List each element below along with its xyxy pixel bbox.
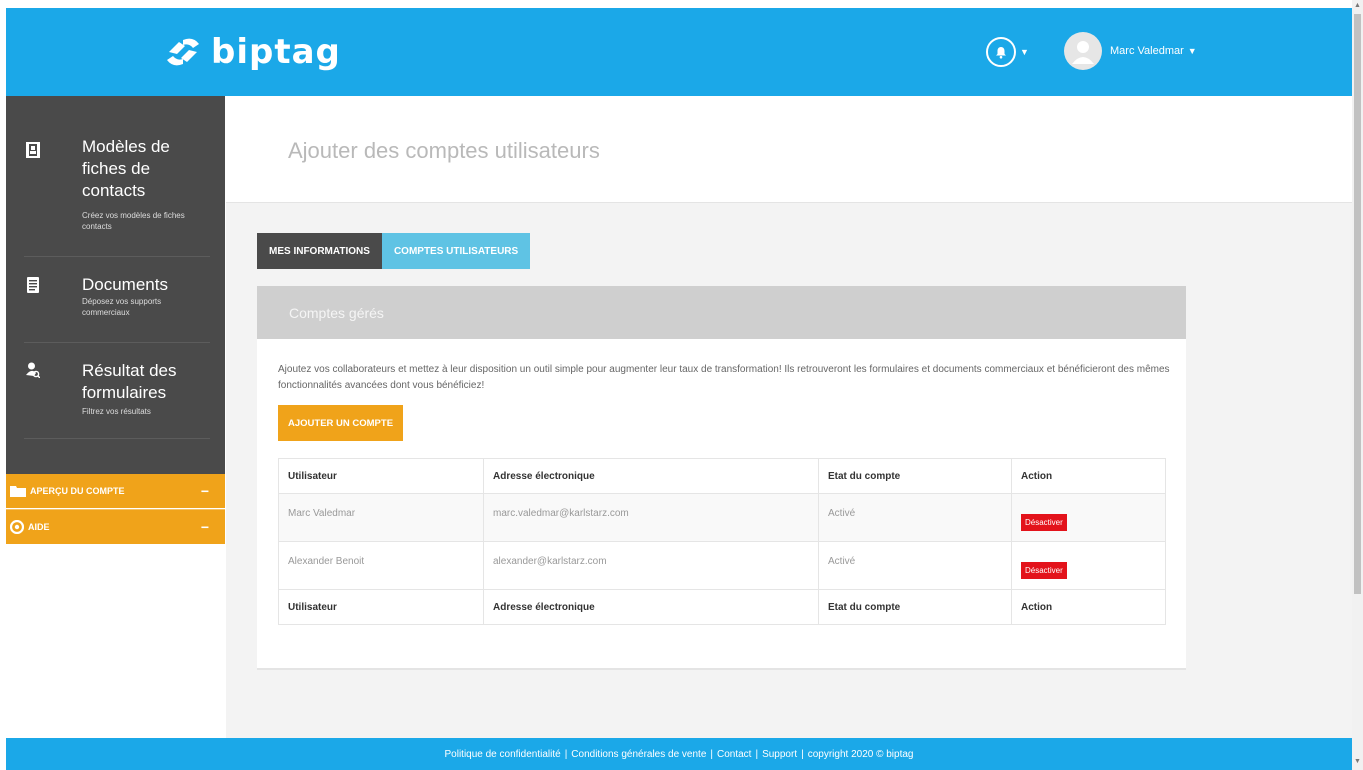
divider: [24, 256, 210, 257]
cell-user: Alexander Benoit: [278, 541, 484, 590]
copyright: copyright 2020 © biptag: [807, 748, 914, 760]
tab-my-information[interactable]: MES INFORMATIONS: [257, 233, 382, 269]
biptag-logo-icon: [167, 38, 199, 66]
sidebar-item-title: Modèles de fiches de contacts: [82, 137, 170, 200]
tab-user-accounts[interactable]: COMPTES UTILISATEURS: [381, 233, 531, 269]
column-footer: Etat du compte: [818, 589, 1012, 625]
user-menu[interactable]: Marc Valedmar ▼: [1064, 32, 1197, 70]
managed-accounts-panel: Comptes gérés Ajoutez vos collaborateurs…: [257, 286, 1186, 670]
page-title: Ajouter des comptes utilisateurs: [288, 138, 600, 163]
separator: |: [801, 748, 804, 760]
terms-link[interactable]: Conditions générales de vente: [571, 749, 706, 760]
column-header: Etat du compte: [818, 458, 1012, 494]
column-footer: Utilisateur: [278, 589, 484, 625]
chevron-down-icon: ▼: [1020, 47, 1029, 57]
sidebar-item-title: Résultat des formulaires: [82, 361, 177, 402]
notifications-button[interactable]: ▼: [986, 37, 1029, 67]
avatar: [1064, 32, 1102, 70]
lifebuoy-icon: [10, 520, 24, 534]
support-link[interactable]: Support: [762, 749, 797, 760]
panel-heading: Comptes gérés: [257, 286, 1186, 339]
privacy-policy-link[interactable]: Politique de confidentialité: [444, 749, 560, 760]
address-book-icon: [26, 142, 40, 158]
table-row: Marc Valedmar marc.valedmar@karlstarz.co…: [278, 493, 1166, 542]
sidebar-item-title: Documents: [82, 275, 168, 294]
accordion-label: APERÇU DU COMPTE: [30, 486, 125, 496]
divider: [24, 438, 210, 439]
sidebar-item-form-results[interactable]: Résultat des formulaires Filtrez vos rés…: [6, 358, 225, 428]
deactivate-button[interactable]: Désactiver: [1021, 514, 1067, 531]
deactivate-button[interactable]: Désactiver: [1021, 562, 1067, 579]
cell-action: Désactiver: [1011, 493, 1166, 542]
user-name: Marc Valedmar: [1110, 45, 1184, 57]
folder-icon: [10, 485, 26, 497]
sidebar-nav: Modèles de fiches de contacts Créez vos …: [6, 96, 225, 474]
table-row: Alexander Benoit alexander@karlstarz.com…: [278, 541, 1166, 590]
column-header: Utilisateur: [278, 458, 484, 494]
tab-bar: MES INFORMATIONS COMPTES UTILISATEURS: [257, 233, 531, 269]
sidebar: Modèles de fiches de contacts Créez vos …: [6, 96, 225, 560]
column-header: Adresse électronique: [483, 458, 819, 494]
page-header: Ajouter des comptes utilisateurs: [226, 96, 1352, 203]
users-table: Utilisateur Adresse électronique Etat du…: [278, 458, 1166, 625]
column-header: Action: [1011, 458, 1166, 494]
cell-user: Marc Valedmar: [278, 493, 484, 542]
cell-email: alexander@karlstarz.com: [483, 541, 819, 590]
chevron-down-icon: ▼: [1187, 46, 1197, 56]
sidebar-item-documents[interactable]: Documents Déposez vos supports commercia…: [6, 272, 225, 332]
scrollbar-thumb[interactable]: [1354, 14, 1361, 594]
user-search-icon: [26, 362, 40, 378]
table-header-row: Utilisateur Adresse électronique Etat du…: [278, 458, 1166, 494]
cell-action: Désactiver: [1011, 541, 1166, 590]
sidebar-item-subtitle: Créez vos modèles de fiches contacts: [82, 211, 185, 231]
add-account-button[interactable]: AJOUTER UN COMPTE: [278, 405, 404, 441]
logo-text: biptag: [211, 32, 341, 72]
divider: [24, 342, 210, 343]
cell-status: Activé: [818, 493, 1012, 542]
separator: |: [564, 748, 568, 760]
accordion-help[interactable]: AIDE −: [6, 509, 225, 544]
collapse-toggle[interactable]: −: [201, 519, 209, 535]
logo[interactable]: biptag: [161, 32, 341, 72]
document-icon: [27, 277, 39, 293]
vertical-scrollbar[interactable]: ▲ ▼: [1352, 0, 1363, 770]
top-header: biptag ▼ Marc Valedmar ▼: [6, 8, 1352, 96]
contact-link[interactable]: Contact: [717, 749, 751, 760]
sidebar-item-subtitle: Déposez vos supports commerciaux: [82, 297, 162, 317]
cell-status: Activé: [818, 541, 1012, 590]
separator: |: [710, 748, 713, 760]
sidebar-item-subtitle: Filtrez vos résultats: [82, 407, 151, 416]
table-footer-row: Utilisateur Adresse électronique Etat du…: [278, 589, 1166, 625]
scroll-down-icon[interactable]: ▼: [1354, 758, 1361, 765]
accordion-account-overview[interactable]: APERÇU DU COMPTE −: [6, 474, 225, 508]
footer: Politique de confidentialité | Condition…: [6, 738, 1352, 770]
scroll-up-icon[interactable]: ▲: [1354, 2, 1361, 9]
separator: |: [755, 748, 759, 760]
collapse-toggle[interactable]: −: [201, 483, 209, 499]
panel-description: Ajoutez vos collaborateurs et mettez à l…: [278, 364, 1170, 391]
column-footer: Adresse électronique: [483, 589, 819, 625]
user-avatar-icon: [1072, 41, 1094, 64]
accordion-label: AIDE: [28, 522, 50, 532]
bell-icon: [986, 37, 1016, 67]
column-footer: Action: [1011, 589, 1166, 625]
cell-email: marc.valedmar@karlstarz.com: [483, 493, 819, 542]
sidebar-item-contact-templates[interactable]: Modèles de fiches de contacts Créez vos …: [6, 134, 225, 254]
